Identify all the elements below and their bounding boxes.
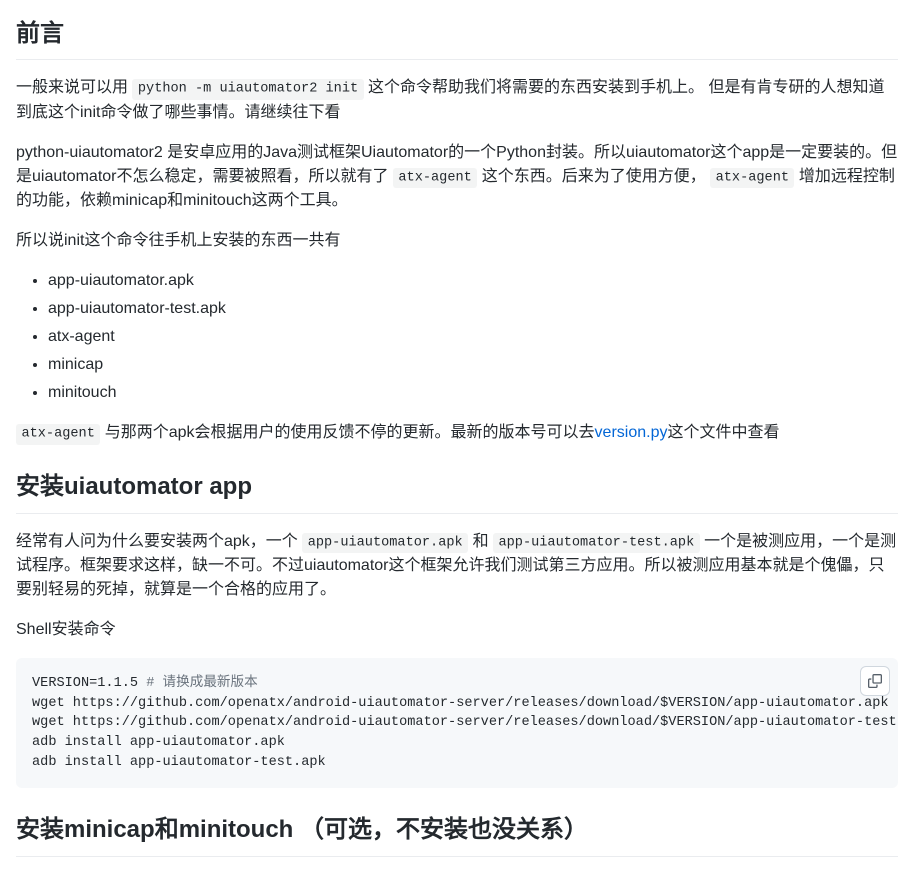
preface-paragraph-3: 所以说init这个命令往手机上安装的东西一共有 bbox=[16, 229, 898, 253]
list-item: atx-agent bbox=[48, 325, 898, 349]
code-text: VERSION=1.1.5 bbox=[32, 676, 146, 691]
code-atx-agent: atx-agent bbox=[710, 168, 794, 188]
install-components-list: app-uiautomator.apk app-uiautomator-test… bbox=[16, 269, 898, 405]
code-init-command: python -m uiautomator2 init bbox=[132, 79, 363, 99]
list-item: app-uiautomator.apk bbox=[48, 269, 898, 293]
copy-icon bbox=[868, 674, 882, 688]
text-segment: 与那两个apk会根据用户的使用反馈不停的更新。最新的版本号可以去 bbox=[100, 424, 594, 441]
code-app-uiautomator-test-apk: app-uiautomator-test.apk bbox=[493, 533, 700, 553]
heading-preface: 前言 bbox=[16, 16, 898, 60]
list-item: minitouch bbox=[48, 381, 898, 405]
code-app-uiautomator-apk: app-uiautomator.apk bbox=[302, 533, 468, 553]
preface-paragraph-1: 一般来说可以用 python -m uiautomator2 init 这个命令… bbox=[16, 76, 898, 124]
code-line: VERSION=1.1.5 # 请换成最新版本 bbox=[32, 674, 882, 694]
code-atx-agent: atx-agent bbox=[16, 424, 100, 444]
copy-button[interactable] bbox=[860, 666, 890, 696]
install-paragraph-1: 经常有人问为什么要安装两个apk，一个 app-uiautomator.apk … bbox=[16, 530, 898, 602]
link-version-py[interactable]: version.py bbox=[595, 424, 668, 441]
text-segment: 这个文件中查看 bbox=[667, 424, 779, 441]
heading-install-minicap-minitouch: 安装minicap和minitouch （可选，不安装也没关系） bbox=[16, 812, 898, 856]
heading-install-uiautomator-app: 安装uiautomator app bbox=[16, 469, 898, 513]
install-paragraph-2: Shell安装命令 bbox=[16, 618, 898, 642]
list-item: minicap bbox=[48, 353, 898, 377]
code-comment: # 请换成最新版本 bbox=[146, 676, 257, 691]
shell-install-codeblock: VERSION=1.1.5 # 请换成最新版本 wget https://git… bbox=[16, 658, 898, 789]
text-segment: 这个东西。后来为了使用方便， bbox=[477, 168, 710, 185]
text-segment: 一般来说可以用 bbox=[16, 79, 132, 96]
list-item: app-uiautomator-test.apk bbox=[48, 297, 898, 321]
preface-paragraph-4: atx-agent 与那两个apk会根据用户的使用反馈不停的更新。最新的版本号可… bbox=[16, 421, 898, 445]
preface-paragraph-2: python-uiautomator2 是安卓应用的Java测试框架Uiauto… bbox=[16, 141, 898, 213]
text-segment: 和 bbox=[468, 533, 493, 550]
code-line: wget https://github.com/openatx/android-… bbox=[32, 694, 882, 714]
code-atx-agent: atx-agent bbox=[393, 168, 477, 188]
text-segment: 经常有人问为什么要安装两个apk，一个 bbox=[16, 533, 302, 550]
code-line: adb install app-uiautomator.apk bbox=[32, 733, 882, 753]
code-line: wget https://github.com/openatx/android-… bbox=[32, 713, 882, 733]
code-line: adb install app-uiautomator-test.apk bbox=[32, 753, 882, 773]
